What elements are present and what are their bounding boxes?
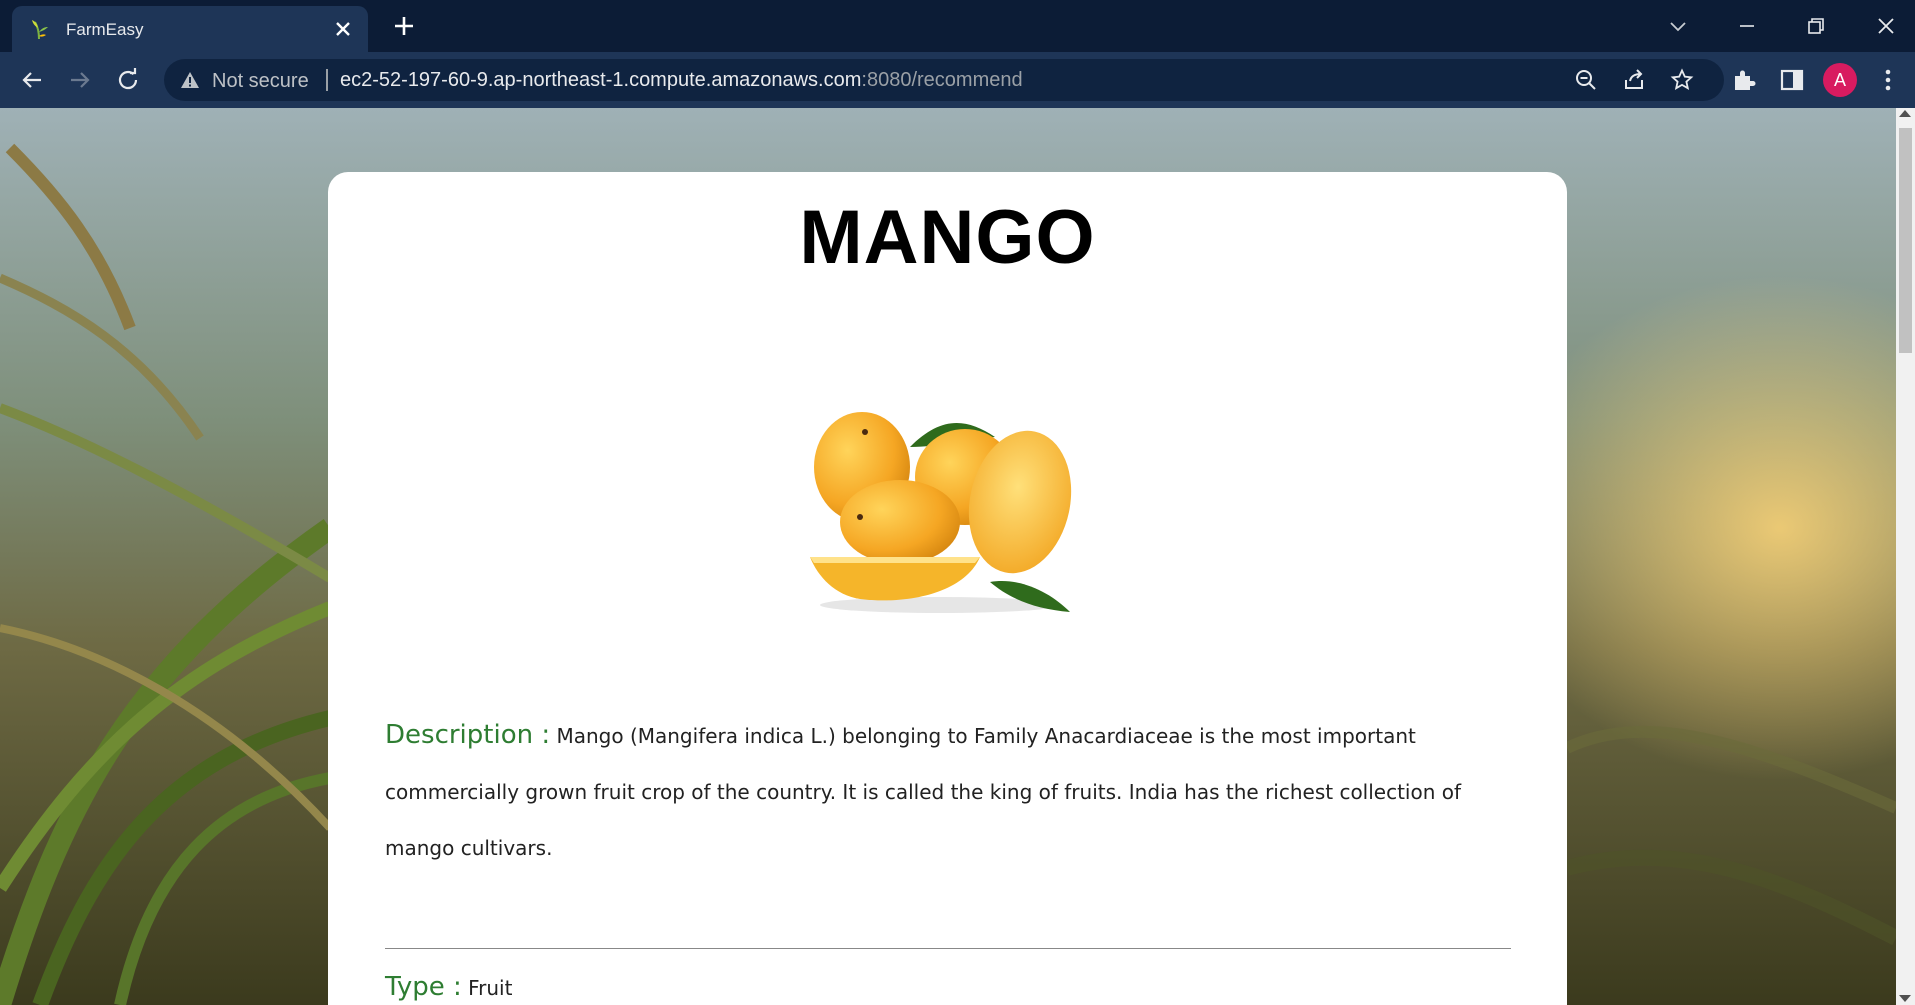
type-value: Fruit [468, 976, 513, 1000]
reload-icon[interactable] [112, 64, 144, 96]
restore-icon[interactable] [1800, 10, 1832, 42]
side-panel-icon[interactable] [1778, 66, 1806, 94]
back-arrow-icon[interactable] [16, 64, 48, 96]
tab-strip: FarmEasy [0, 0, 1915, 52]
type-row: Type : Fruit [385, 962, 512, 1005]
crop-detail-card: MANGO Description: Mango (Mangifera ind… [328, 172, 1567, 1005]
address-divider [326, 69, 328, 91]
scrollbar-thumb[interactable] [1899, 128, 1912, 353]
scroll-up-arrow-icon[interactable] [1899, 110, 1911, 117]
zoom-out-icon[interactable] [1574, 68, 1598, 92]
url-text[interactable]: ec2-52-197-60-9.ap-northeast-1.compute.a… [340, 69, 1023, 92]
crop-title: MANGO [799, 195, 1096, 280]
address-bar[interactable]: Not secure ec2-52-197-60-9.ap-northeast-… [164, 59, 1724, 101]
url-host: ec2-52-197-60-9.ap-northeast-1.compute.a… [340, 69, 862, 91]
bookmark-star-icon[interactable] [1670, 68, 1694, 92]
scroll-down-arrow-icon[interactable] [1899, 995, 1911, 1002]
forward-arrow-icon[interactable] [64, 64, 96, 96]
share-icon[interactable] [1622, 68, 1646, 92]
profile-avatar[interactable]: A [1823, 63, 1857, 97]
vertical-scrollbar[interactable] [1896, 108, 1915, 1005]
kebab-menu-icon[interactable] [1874, 66, 1902, 94]
section-divider [385, 948, 1511, 949]
tab-title: FarmEasy [66, 20, 144, 39]
tab-farmeasy[interactable]: FarmEasy [12, 6, 368, 52]
farmeasy-plant-icon [32, 20, 48, 40]
new-tab-plus-icon[interactable] [390, 12, 418, 40]
extensions-puzzle-icon[interactable] [1730, 66, 1758, 94]
page-viewport: MANGO Description: Mango (Mangifera ind… [0, 108, 1896, 1005]
close-icon[interactable] [330, 16, 356, 42]
url-path: :8080/recommend [861, 69, 1023, 91]
minimize-icon[interactable] [1731, 10, 1763, 42]
type-label: Type : [385, 972, 462, 1002]
browser-toolbar: Not secure ec2-52-197-60-9.ap-northeast-… [0, 52, 1915, 108]
tab-search-chevron-icon[interactable] [1662, 10, 1694, 42]
description-label: Description : [385, 720, 551, 750]
description-block: Description : Mango (Mangifera indica L.… [385, 707, 1515, 876]
warning-triangle-icon [181, 72, 199, 88]
security-status-label[interactable]: Not secure [212, 70, 309, 93]
mango-fruit-image [810, 412, 1072, 613]
window-close-icon[interactable] [1870, 10, 1902, 42]
